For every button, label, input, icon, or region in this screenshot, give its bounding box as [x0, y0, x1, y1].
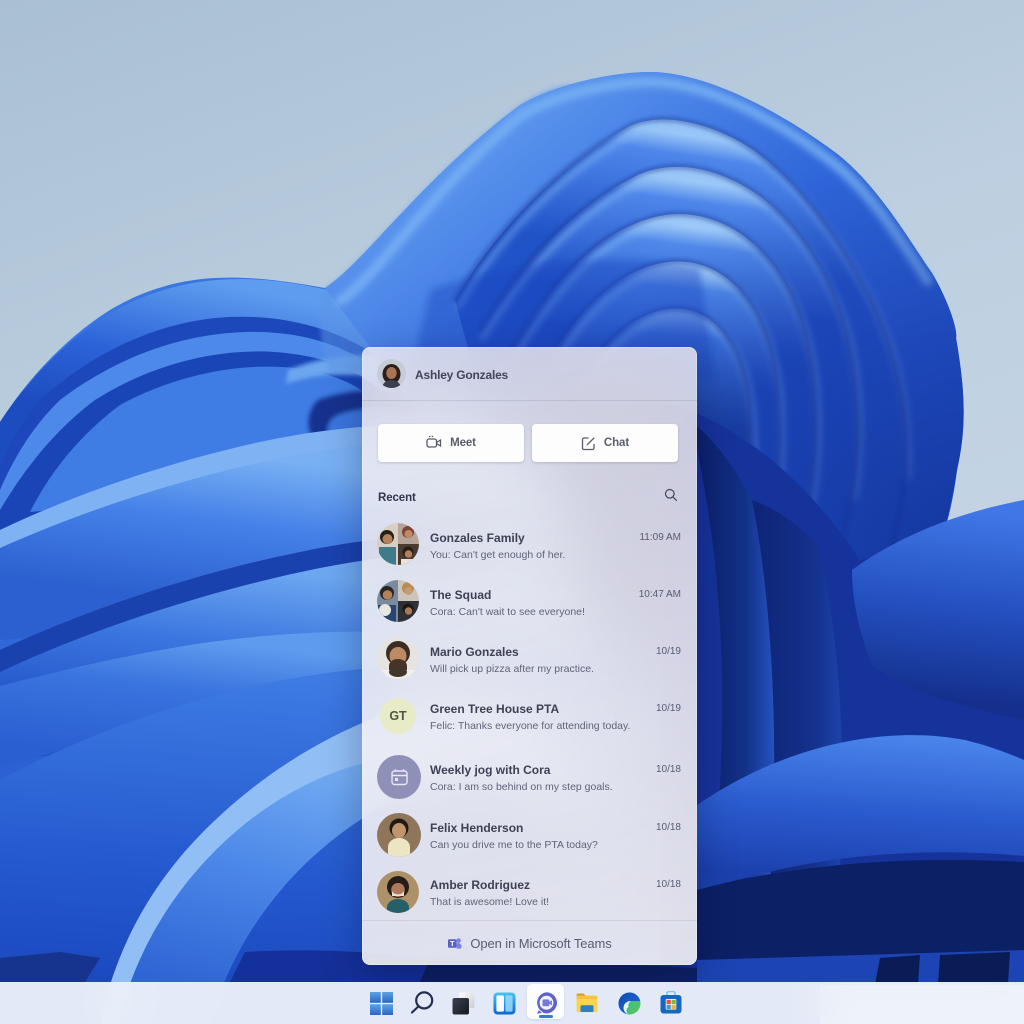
svg-text:T: T: [450, 939, 455, 948]
